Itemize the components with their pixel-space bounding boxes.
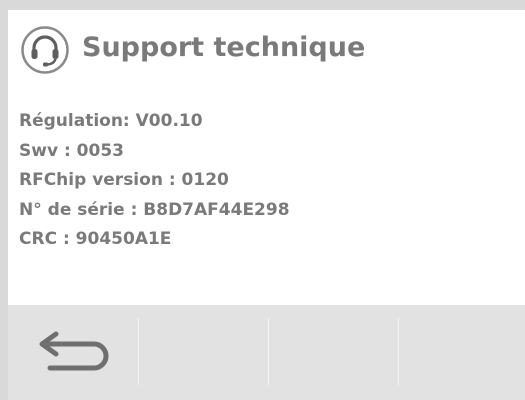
back-button[interactable] [8,305,138,400]
regulation-version: Régulation: V00.10 [19,111,203,131]
toolbar-button-2[interactable] [139,305,267,400]
crc-value: CRC : 90450A1E [19,229,172,249]
screen: Support technique Régulation: V00.10 Swv… [8,10,525,400]
header: Support technique [8,10,525,88]
toolbar-button-3[interactable] [269,305,397,400]
headset-icon [21,26,69,74]
toolbar-button-4[interactable] [399,305,525,400]
device-frame: Support technique Régulation: V00.10 Swv… [0,0,525,400]
serial-number: N° de série : B8D7AF44E298 [19,199,290,220]
rfchip-version: RFChip version : 0120 [19,170,229,190]
info-list: Régulation: V00.10 Swv : 0053 RFChip ver… [19,107,519,255]
bottom-toolbar [8,305,525,400]
software-version: Swv : 0053 [19,140,124,161]
back-arrow-icon [39,331,109,371]
page-title: Support technique [82,32,366,63]
